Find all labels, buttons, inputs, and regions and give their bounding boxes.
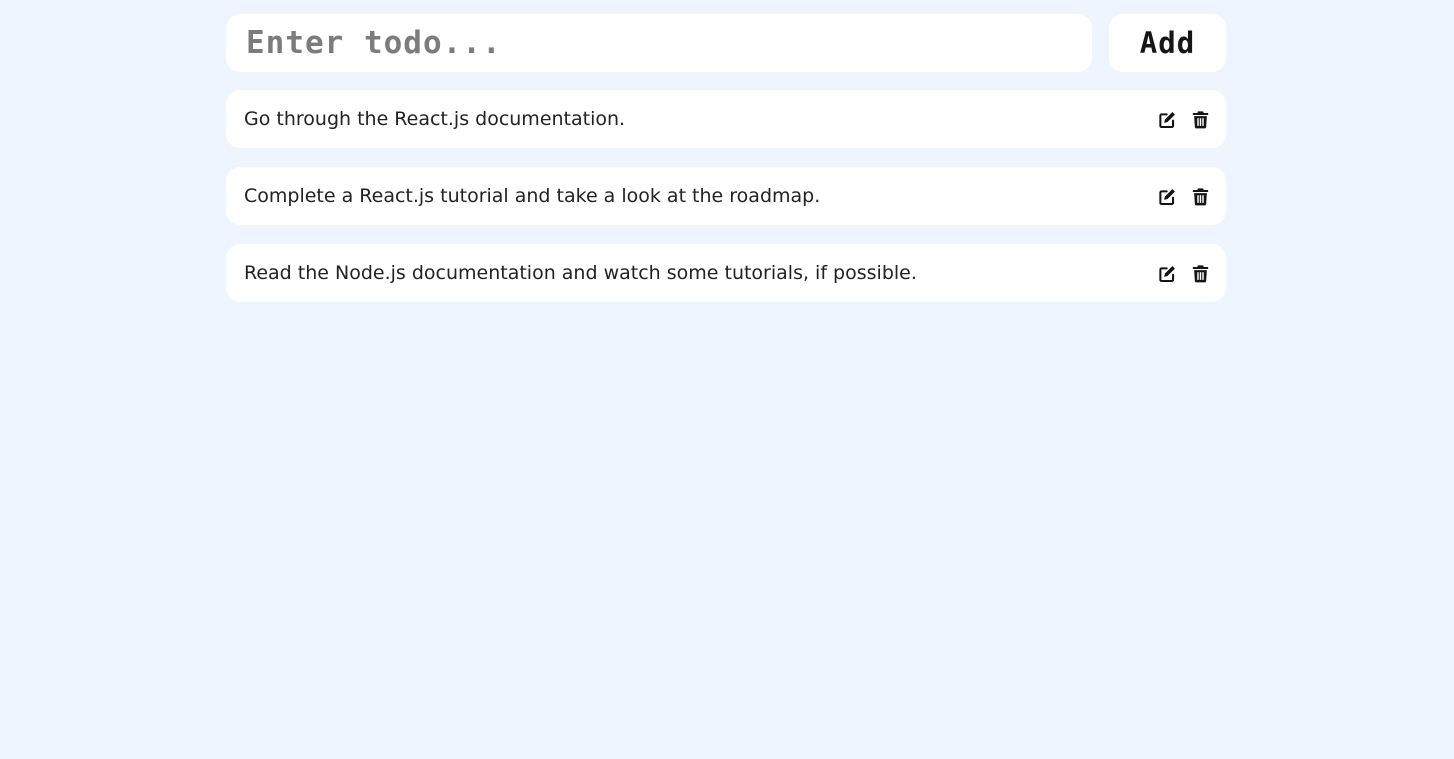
todo-text: Complete a React.js tutorial and take a … (244, 185, 821, 207)
todo-input-row: Add (226, 14, 1226, 72)
todo-item: Go through the React.js documentation. (226, 90, 1226, 148)
trash-icon[interactable] (1190, 109, 1210, 129)
edit-icon[interactable] (1157, 109, 1177, 129)
todo-text: Go through the React.js documentation. (244, 108, 626, 130)
trash-icon[interactable] (1190, 263, 1210, 283)
add-button[interactable]: Add (1109, 14, 1226, 72)
todo-item: Complete a React.js tutorial and take a … (226, 167, 1226, 225)
trash-icon[interactable] (1190, 186, 1210, 206)
edit-icon[interactable] (1157, 263, 1177, 283)
todo-actions (1157, 109, 1210, 129)
todo-app: Add Go through the React.js documentatio… (226, 14, 1226, 302)
todo-item: Read the Node.js documentation and watch… (226, 244, 1226, 302)
todo-actions (1157, 263, 1210, 283)
edit-icon[interactable] (1157, 186, 1177, 206)
todo-text: Read the Node.js documentation and watch… (244, 262, 917, 284)
todo-actions (1157, 186, 1210, 206)
todo-input[interactable] (226, 14, 1092, 72)
todo-list: Go through the React.js documentation. C… (226, 90, 1226, 302)
